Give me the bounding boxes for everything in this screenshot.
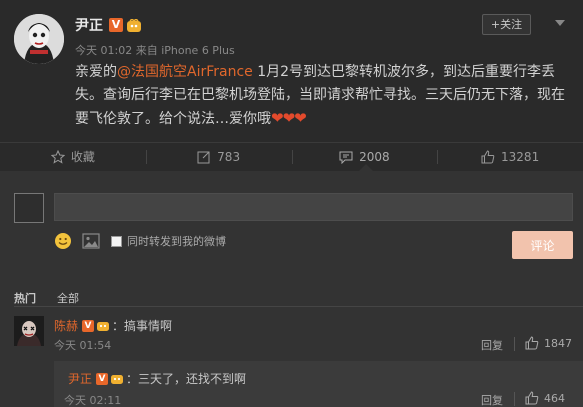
thumbs-up-icon — [525, 391, 539, 405]
divider — [514, 392, 515, 406]
repost-count: 783 — [217, 149, 241, 164]
comment-username[interactable]: 陈赫 — [54, 317, 78, 334]
repost-icon — [197, 151, 210, 163]
verified-badge-icon: V — [109, 18, 123, 32]
emoji-icon[interactable] — [54, 232, 72, 250]
like-count: 13281 — [501, 149, 540, 164]
member-badge-icon — [126, 17, 142, 32]
reply-button[interactable]: 回复 — [481, 337, 503, 353]
nested-reply: 尹正 V ：三天了，还找不到啊 今天 02:11 回复 464 — [54, 361, 583, 407]
comment-time: 今天 02:11 — [64, 394, 122, 407]
verified-badge-icon: V — [96, 372, 109, 385]
comment-icon — [339, 151, 353, 164]
repost-checkbox[interactable] — [111, 235, 122, 247]
reply-button[interactable]: 回复 — [481, 392, 503, 407]
comment-text: ：搞事情啊 — [112, 319, 173, 333]
submit-comment-button[interactable]: 评论 — [512, 231, 573, 259]
tab-all[interactable]: 全部 — [57, 290, 79, 306]
comment-tab-pointer — [359, 164, 373, 171]
comment-username[interactable]: 尹正 — [68, 370, 92, 387]
comment-item: 尹正 V ：三天了，还找不到啊 — [68, 370, 246, 387]
favorite-label: 收藏 — [70, 150, 95, 164]
author-avatar[interactable] — [14, 14, 64, 64]
repost-checkbox-label[interactable]: 同时转发到我的微博 — [127, 233, 226, 249]
member-badge-icon — [96, 320, 110, 332]
comment-count: 2008 — [359, 149, 390, 164]
comment-like-button[interactable]: 464 — [525, 391, 565, 405]
comment-like-button[interactable]: 1847 — [525, 336, 572, 350]
comment-time: 今天 01:54 — [54, 339, 112, 352]
author-row: 尹正 V — [75, 16, 142, 34]
commenter-avatar[interactable] — [14, 316, 44, 346]
thumbs-up-icon — [525, 336, 539, 350]
comment-input[interactable] — [54, 193, 573, 221]
member-badge-icon — [110, 373, 124, 385]
follow-button[interactable]: +关注 — [482, 14, 531, 35]
divider — [14, 306, 583, 307]
author-name[interactable]: 尹正 — [75, 15, 103, 35]
post-text-prefix: 亲爱的 — [75, 64, 117, 80]
comment-section: 同时转发到我的微博 评论 热门 全部 陈赫 V ：搞事情啊 今天 01:54 回… — [0, 171, 583, 407]
star-icon — [50, 149, 65, 164]
mention-link[interactable]: @法国航空AirFrance — [117, 64, 253, 80]
thumbs-up-icon — [481, 149, 495, 163]
chevron-down-icon[interactable] — [555, 20, 565, 26]
comment-text: ：三天了，还找不到啊 — [126, 372, 247, 386]
repost-button[interactable]: 783 — [145, 143, 292, 170]
heart-emoji-icon: ❤❤❤ — [271, 109, 307, 127]
current-user-avatar — [14, 193, 44, 223]
post-text: 亲爱的@法国航空AirFrance 1月2号到达巴黎转机波尔多，到达后重要行李丢… — [75, 61, 575, 131]
favorite-button[interactable]: 收藏 — [0, 143, 146, 170]
post-meta: 今天 01:02 来自 iPhone 6 Plus — [75, 44, 235, 57]
composer-toolbar: 同时转发到我的微博 — [54, 231, 226, 251]
comment-like-count: 1847 — [544, 336, 572, 350]
tab-hot[interactable]: 热门 — [14, 290, 36, 306]
comment-filter-tabs: 热门 全部 — [14, 290, 79, 306]
comment-like-count: 464 — [544, 391, 565, 405]
weibo-post: 尹正 V 今天 01:02 来自 iPhone 6 Plus +关注 亲爱的@法… — [0, 0, 583, 142]
comment-item: 陈赫 V ：搞事情啊 — [54, 317, 172, 334]
image-icon[interactable] — [82, 233, 100, 249]
like-button[interactable]: 13281 — [437, 143, 583, 170]
verified-badge-icon: V — [82, 319, 95, 332]
divider — [514, 337, 515, 351]
action-bar: 收藏 783 2008 13281 — [0, 142, 583, 170]
